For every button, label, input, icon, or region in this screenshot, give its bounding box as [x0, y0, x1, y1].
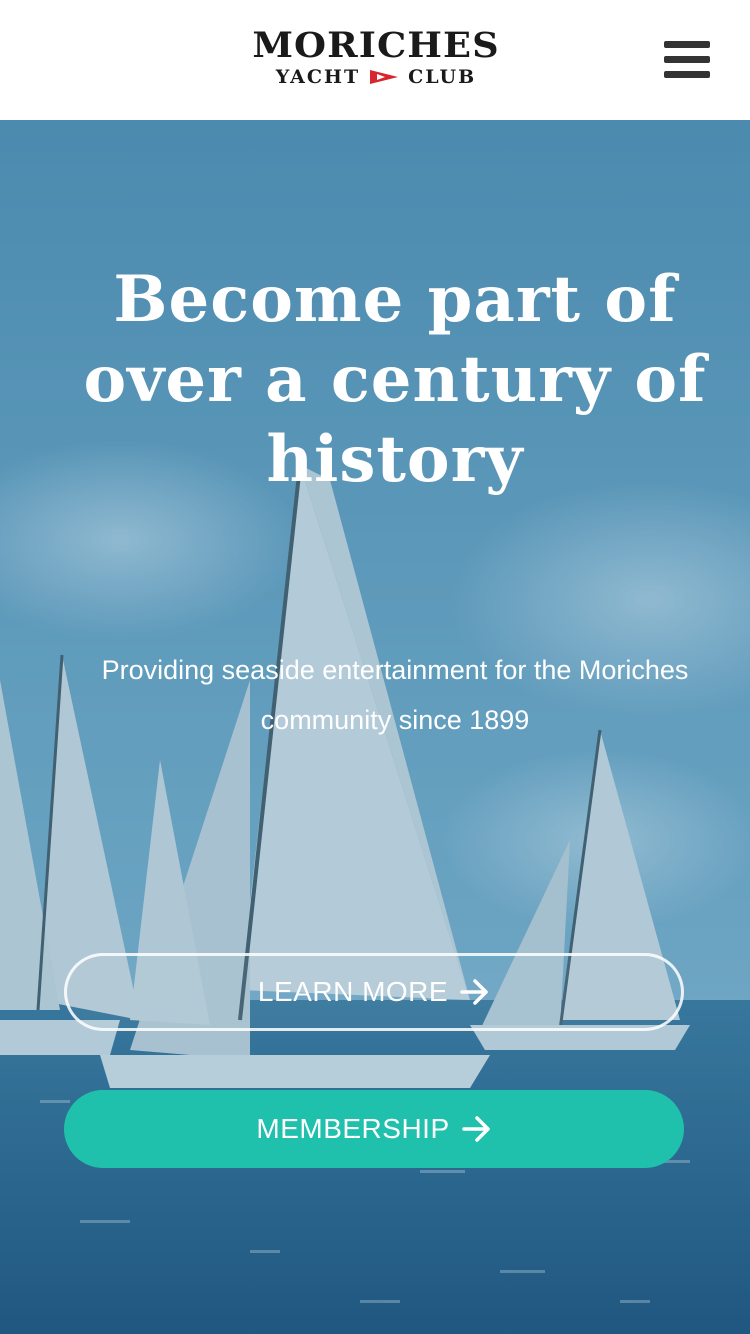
- menu-bar: [664, 56, 710, 63]
- logo-title: MORICHES: [252, 25, 500, 66]
- site-header: MORICHES YACHT CLUB: [0, 0, 750, 120]
- hamburger-menu-icon[interactable]: [658, 37, 714, 85]
- burgee-flag-icon: [368, 68, 400, 86]
- hero-section: Become part of over a century of history…: [0, 120, 750, 1334]
- arrow-right-icon: [461, 1115, 492, 1143]
- arrow-right-icon: [460, 978, 490, 1006]
- menu-bar: [664, 41, 710, 48]
- logo-sub-left: YACHT: [275, 66, 361, 88]
- logo-sub-right: CLUB: [408, 66, 477, 88]
- hero-headline: Become part of over a century of history: [83, 262, 707, 497]
- membership-button[interactable]: MEMBERSHIP: [64, 1090, 684, 1168]
- club-logo[interactable]: MORICHES YACHT CLUB: [236, 28, 516, 92]
- learn-more-button[interactable]: LEARN MORE: [64, 953, 684, 1031]
- menu-bar: [664, 71, 710, 78]
- logo-subtitle: YACHT CLUB: [236, 66, 516, 88]
- hero-subtext: Providing seaside entertainment for the …: [101, 655, 689, 735]
- membership-label: MEMBERSHIP: [256, 1113, 450, 1144]
- learn-more-label: LEARN MORE: [257, 976, 449, 1007]
